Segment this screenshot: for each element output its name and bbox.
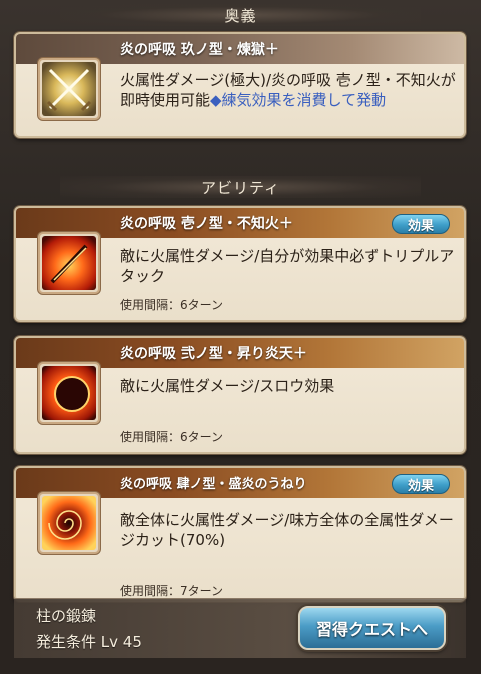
ability-3-description: 敵全体に火属性ダメージ/味方全体の全属性ダメージカット(70%)	[120, 511, 454, 549]
ability-3-cooldown: 使用間隔：7ターン	[120, 584, 224, 598]
ougi-title: 炎の呼吸 玖ノ型・煉獄＋	[120, 42, 279, 58]
flame-sword-icon	[38, 232, 100, 294]
ability-1-description: 敵に火属性ダメージ/自分が効果中必ずトリプルアタック	[120, 247, 455, 285]
training-name: 柱の鍛錬	[36, 607, 97, 625]
flame-crescent-icon	[38, 362, 100, 424]
ability-2-cooldown: 使用間隔：6ターン	[120, 430, 224, 444]
ability-2-description: 敵に火属性ダメージ/スロウ効果	[120, 377, 335, 395]
ougi-description: 火属性ダメージ(極大)/炎の呼吸 壱ノ型・不知火が即時使用可能◆練気効果を消費し…	[120, 71, 456, 109]
ability-1-title: 炎の呼吸 壱ノ型・不知火＋	[120, 216, 293, 232]
flame-vortex-icon	[38, 492, 100, 554]
ability-3-title: 炎の呼吸 肆ノ型・盛炎のうねり	[120, 477, 307, 492]
unlock-condition: 発生条件 Lv 45	[36, 633, 142, 651]
ability-2-title: 炎の呼吸 弐ノ型・昇り炎天＋	[120, 346, 307, 362]
effect-badge-button[interactable]: 効果	[392, 214, 450, 234]
ougi-section-header: 奥義	[0, 0, 481, 30]
ougi-card[interactable]: 炎の呼吸 玖ノ型・煉獄＋ 火属性ダメージ(極大)/炎の呼吸 壱ノ型・不知火が即時…	[14, 32, 466, 138]
ability-card-2[interactable]: 炎の呼吸 弐ノ型・昇り炎天＋ 敵に火属性ダメージ/スロウ効果 使用間隔：6ターン	[14, 336, 466, 454]
ability-1-cooldown: 使用間隔：6ターン	[120, 298, 224, 312]
ability-section-header: アビリティ	[0, 172, 481, 202]
ability-card-1[interactable]: 炎の呼吸 壱ノ型・不知火＋ 効果 敵に火属性ダメージ/自分が効果中必ずトリプルア…	[14, 206, 466, 322]
effect-badge-button[interactable]: 効果	[392, 474, 450, 494]
ability-card-3[interactable]: 炎の呼吸 肆ノ型・盛炎のうねり 効果 敵全体に火属性ダメージ/味方全体の全属性ダ…	[14, 466, 466, 602]
learn-quest-button[interactable]: 習得クエストへ	[298, 606, 446, 650]
crossed-swords-icon	[38, 58, 100, 120]
rengi-effect-link[interactable]: ◆練気効果を消費して発動	[210, 91, 386, 109]
